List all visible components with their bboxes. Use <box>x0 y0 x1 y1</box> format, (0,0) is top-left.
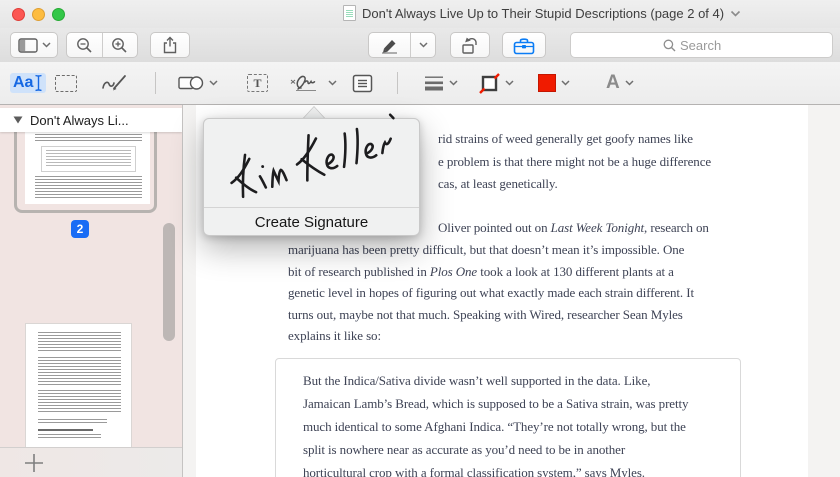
document-text-line: split is nowhere near as accurate as you… <box>303 442 626 457</box>
blockquote-text: But the Indica/Sativa divide wasn’t well… <box>303 369 689 477</box>
shapes-icon <box>178 76 204 90</box>
title-chevron-down-icon[interactable] <box>730 10 741 17</box>
document-text-line: explains it like so: <box>288 328 381 343</box>
zoom-out-button[interactable] <box>67 33 102 57</box>
paragraph-text: rid strains of weed generally get goofy … <box>438 128 711 196</box>
fill-color-swatch <box>538 74 556 92</box>
search-field[interactable] <box>570 32 833 58</box>
document-text-line: marijuana has been pretty difficult, but… <box>288 242 685 257</box>
preview-window: Don't Always Live Up to Their Stupid Des… <box>0 0 840 477</box>
page-2-thumbnail[interactable] <box>25 129 150 204</box>
chevron-down-icon <box>505 80 514 86</box>
sidebar-section-title: Don't Always Li... <box>30 112 129 128</box>
document-text-line: genetic level in hopes of figuring out w… <box>288 285 694 300</box>
document-text-line: Jamaican Lamb’s Bread, which is supposed… <box>303 396 689 411</box>
markup-toolbox-button[interactable] <box>502 32 546 58</box>
rectangular-selection-tool[interactable] <box>55 62 77 104</box>
markup-pen-dropdown[interactable] <box>410 33 435 57</box>
shapes-tool[interactable] <box>178 62 218 104</box>
text-style-tool[interactable]: A <box>606 62 634 104</box>
document-text-line: Oliver pointed out on Last Week Tonight,… <box>438 220 709 235</box>
sidebar-panel-icon <box>17 37 38 53</box>
search-input[interactable] <box>680 37 740 53</box>
rotate-left-button[interactable] <box>450 32 490 58</box>
text-box-tool[interactable]: T <box>247 62 268 104</box>
paragraph-text: Oliver pointed out on Last Week Tonight,… <box>438 217 709 239</box>
document-text-line: turns out, maybe not that much. Speaking… <box>288 306 683 322</box>
saved-signature-item[interactable] <box>204 113 419 207</box>
search-icon <box>663 39 676 51</box>
chevron-down-icon <box>561 80 570 86</box>
title-group: Don't Always Live Up to Their Stupid Des… <box>343 5 741 21</box>
document-text-line: But the Indica/Sativa divide wasn’t well… <box>303 373 651 388</box>
share-button[interactable] <box>150 32 190 58</box>
markup-toolbar: Aa T A <box>0 62 840 105</box>
sketch-pen-icon <box>102 75 126 91</box>
handwritten-signature <box>229 113 395 199</box>
disclosure-triangle-icon[interactable] <box>13 116 23 124</box>
share-icon <box>163 36 177 54</box>
signature-tool[interactable] <box>289 62 337 104</box>
sketch-tool[interactable] <box>100 62 130 104</box>
create-signature-button[interactable]: Create Signature <box>204 208 419 236</box>
chevron-down-icon <box>209 80 218 86</box>
sidebar-bottom-bar <box>0 447 182 477</box>
rectangular-selection-icon <box>55 74 77 92</box>
text-style-icon: A <box>606 72 620 93</box>
zoom-window-button[interactable] <box>52 7 65 21</box>
note-tool[interactable] <box>352 62 373 104</box>
marker-pen-icon <box>382 39 398 54</box>
toolbar-divider <box>397 72 398 94</box>
rotate-left-icon <box>462 37 477 54</box>
close-window-button[interactable] <box>12 7 25 21</box>
chevron-down-icon <box>449 80 458 86</box>
toolbar-divider <box>155 72 156 94</box>
text-selection-icon: Aa <box>10 73 47 93</box>
sidebar-section-header[interactable]: Don't Always Li... <box>0 108 182 132</box>
paragraph-text: marijuana has been pretty difficult, but… <box>288 239 694 347</box>
add-page-button[interactable] <box>23 452 45 474</box>
page-number-badge: 2 <box>71 220 89 238</box>
zoom-button-group <box>66 32 138 58</box>
document-text-line: rid strains of weed generally get goofy … <box>438 131 693 146</box>
text-box-icon: T <box>247 74 268 92</box>
chevron-down-icon <box>41 42 51 48</box>
zoom-in-icon <box>112 37 128 53</box>
fill-color-tool[interactable] <box>538 62 570 104</box>
document-text-line: horticultural crop with a formal classif… <box>303 465 645 477</box>
line-weight-icon <box>425 76 443 91</box>
title-bar: Don't Always Live Up to Their Stupid Des… <box>0 0 840 28</box>
zoom-in-button[interactable] <box>101 33 137 57</box>
document-proxy-icon[interactable] <box>343 5 356 21</box>
note-icon <box>352 74 373 92</box>
window-title: Don't Always Live Up to Their Stupid Des… <box>362 5 725 21</box>
signature-icon <box>290 75 316 92</box>
markup-pen-button[interactable] <box>369 33 410 57</box>
text-selection-tool[interactable]: Aa <box>10 62 47 104</box>
sidebar-view-button[interactable] <box>10 32 58 58</box>
toolbox-icon <box>513 37 535 54</box>
document-text-line: cas, at least genetically. <box>438 176 558 191</box>
chevron-down-icon <box>328 80 337 86</box>
sidebar-scrollbar[interactable] <box>163 223 175 341</box>
markup-pen-button-group <box>368 32 436 58</box>
zoom-out-icon <box>77 37 92 53</box>
document-text-line: bit of research published in Plos One to… <box>288 263 674 279</box>
minimize-window-button[interactable] <box>32 7 45 21</box>
page-3-thumbnail[interactable] <box>25 323 132 448</box>
line-weight-tool[interactable] <box>424 62 458 104</box>
document-text-line: much identical to some Afghani Indica. “… <box>303 419 686 434</box>
border-color-tool[interactable] <box>479 62 514 104</box>
chevron-down-icon <box>625 80 634 86</box>
document-text-line: e problem is that there might not be a h… <box>438 153 712 169</box>
main-toolbar <box>0 28 840 62</box>
signature-popover: Create Signature <box>203 113 420 236</box>
thumbnail-sidebar: Don't Always Li... 2 <box>0 105 182 477</box>
border-color-icon <box>479 72 500 94</box>
chevron-down-icon <box>419 42 428 48</box>
